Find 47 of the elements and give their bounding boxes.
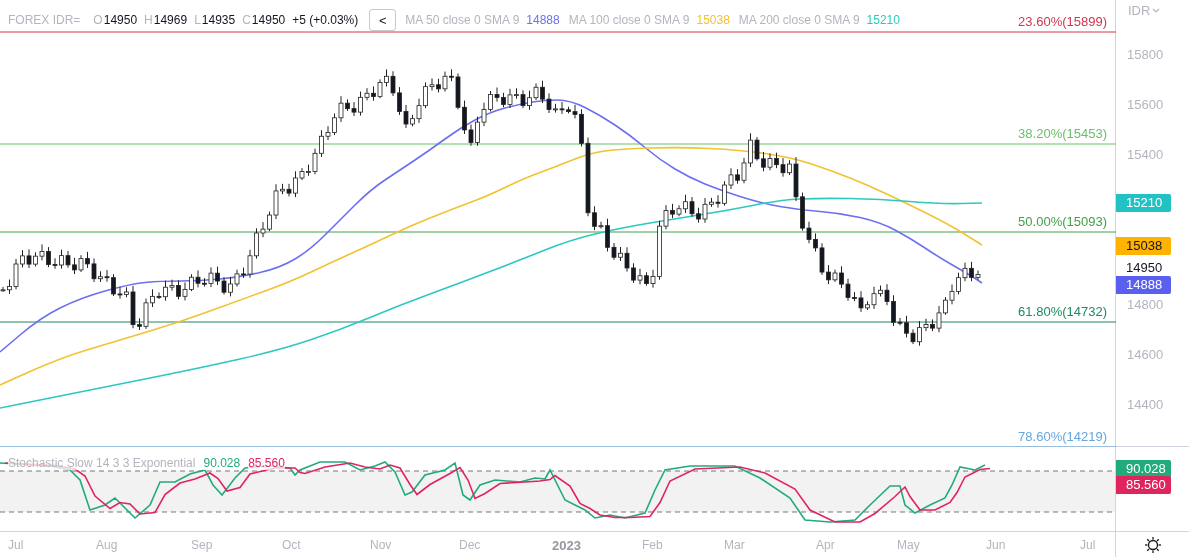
fibonacci-level-label: 78.60%(14219)	[1018, 429, 1107, 444]
ohlc-value: L14935	[194, 13, 236, 27]
collapse-button[interactable]: <	[369, 9, 397, 31]
symbol-name: FOREX IDR=	[8, 13, 81, 27]
price-label: 15210	[1116, 194, 1171, 212]
ohlc-value: C14950	[242, 13, 286, 27]
time-axis-label: Jun	[986, 538, 1006, 552]
price-label: 14888	[1116, 276, 1171, 294]
indicator-value: 15038	[696, 13, 730, 27]
time-axis-label: Jul	[1080, 538, 1096, 552]
indicator-value: 85.560	[248, 456, 285, 470]
price-tick-label: 14600	[1127, 347, 1164, 362]
indicator-label: MA 100 close 0 SMA 9	[568, 13, 690, 27]
price-label: 15038	[1116, 237, 1171, 255]
indicator-value: 90.028	[203, 456, 241, 470]
time-axis-label: May	[897, 538, 920, 552]
price-tick-label: 15600	[1127, 97, 1164, 112]
last-price-label: 14950	[1126, 260, 1163, 275]
time-axis-label: Mar	[724, 538, 745, 552]
time-axis-label: Nov	[370, 538, 392, 552]
indicator-price-label: 85.560	[1116, 476, 1171, 494]
fibonacci-level-label: 38.20%(15453)	[1018, 126, 1107, 141]
time-axis-label: Feb	[642, 538, 663, 552]
fibonacci-level-label: 23.60%(15899)	[1018, 14, 1107, 29]
indicator-label: MA 50 close 0 SMA 9	[405, 13, 520, 27]
time-axis-label: Jul	[8, 538, 24, 552]
ohlc-value: O14950	[93, 13, 138, 27]
price-tick-label: 15800	[1127, 47, 1164, 62]
ohlc-value: H14969	[144, 13, 188, 27]
price-tick-label: 14400	[1127, 397, 1164, 412]
chevron-down-icon	[1152, 7, 1161, 14]
time-axis-label: 2023	[552, 538, 581, 553]
indicator-value: 15210	[866, 13, 900, 27]
time-axis-label: Aug	[96, 538, 118, 552]
indicator-label: MA 200 close 0 SMA 9	[738, 13, 860, 27]
price-tick-label: 15400	[1127, 147, 1164, 162]
time-axis-label: Sep	[191, 538, 213, 552]
fibonacci-level-label: 50.00%(15093)	[1018, 214, 1107, 229]
settings-icon[interactable]	[1143, 535, 1162, 554]
time-axis-label: Dec	[459, 538, 481, 552]
indicator-label: Stochastic Slow 14 3 3 Exponential	[8, 456, 196, 470]
time-axis-label: Oct	[282, 538, 301, 552]
indicator-value: 14888	[526, 13, 560, 27]
price-tick-label: 14800	[1127, 297, 1164, 312]
fibonacci-level-label: 61.80%(14732)	[1018, 304, 1107, 319]
price-change: +5 (+0.03%)	[292, 13, 359, 27]
time-axis-label: Apr	[816, 538, 835, 552]
